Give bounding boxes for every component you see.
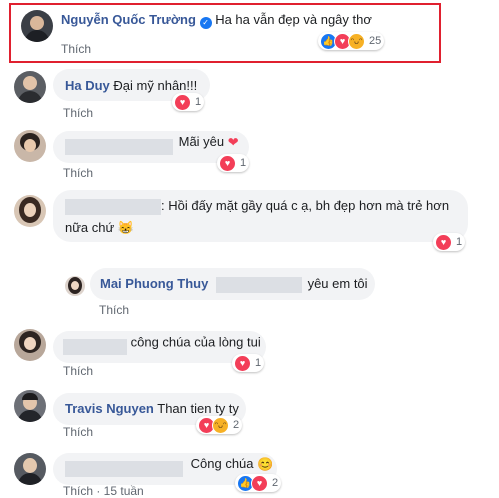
commenter-name[interactable]: Ha Duy: [65, 78, 110, 93]
commenter-name[interactable]: Mai Phuong Thuy: [100, 276, 208, 291]
redacted-name: [65, 139, 173, 155]
like-link[interactable]: Thích: [99, 303, 129, 317]
avatar[interactable]: [14, 390, 46, 422]
comment-text: công chúa của lòng tui: [130, 334, 261, 350]
like-link[interactable]: Thích: [61, 42, 91, 56]
like-link[interactable]: Thích: [63, 425, 93, 439]
cat-emoji: 😸: [117, 219, 135, 235]
heart-icon: ♥: [435, 233, 452, 251]
commenter-name[interactable]: Nguyễn Quốc Trường: [61, 12, 196, 27]
reaction-count: 1: [255, 357, 262, 369]
comment-text: yêu em tôi: [307, 276, 368, 291]
redacted-name: [63, 339, 127, 355]
comment-text: Đại mỹ nhân!!!: [113, 78, 198, 93]
avatar[interactable]: [14, 329, 46, 361]
comment-0-line: Nguyễn Quốc Trường ✓ Ha ha vẫn đẹp và ng…: [61, 12, 372, 29]
reply-bubble: Mai Phuong Thuy yêu em tôi: [90, 268, 375, 300]
verified-badge-icon: ✓: [199, 17, 212, 29]
redacted-name: [65, 461, 183, 477]
reaction-count: 1: [240, 157, 247, 169]
comment-text: Mãi yêu: [178, 134, 225, 150]
reaction-count: 1: [195, 96, 202, 108]
avatar[interactable]: [14, 453, 46, 485]
avatar[interactable]: [14, 195, 46, 227]
like-link[interactable]: Thích: [63, 106, 93, 120]
haha-icon: ᵔᴗᵔ: [348, 32, 365, 50]
reaction-count: 25: [369, 35, 382, 47]
haha-icon: ᵔᴗᵔ: [212, 416, 229, 434]
like-link[interactable]: Thích: [63, 364, 93, 378]
reaction-summary[interactable]: ♥ 1: [217, 154, 250, 172]
reaction-summary[interactable]: ♥ 1: [172, 93, 205, 111]
commenter-name[interactable]: Travis Nguyen: [65, 401, 154, 416]
like-link[interactable]: Thích: [63, 166, 93, 180]
reaction-count: 1: [456, 236, 463, 248]
redacted-name: [65, 198, 161, 215]
reaction-count: 2: [272, 477, 279, 489]
reaction-count: 2: [233, 419, 240, 431]
avatar[interactable]: [14, 71, 46, 103]
smile-emoji: 😊: [257, 456, 274, 472]
reaction-summary[interactable]: 👍 ♥ ᵔᴗᵔ 25: [318, 32, 385, 50]
heart-icon: ♥: [174, 93, 191, 111]
comment-text-cont: nữa chứ: [65, 219, 115, 235]
like-link-partial[interactable]: Thích · 15 tuần: [63, 484, 144, 498]
reaction-summary[interactable]: 👍 ♥ 2: [235, 474, 282, 492]
heart-icon: ♥: [219, 154, 236, 172]
comment-text: Công chúa: [190, 456, 254, 472]
heart-emoji: ❤: [227, 134, 239, 150]
reaction-summary[interactable]: ♥ 1: [433, 233, 466, 251]
reaction-summary[interactable]: ♥ 1: [232, 354, 265, 372]
comment-text: Than tien ty ty: [157, 401, 239, 416]
comment-text: Ha ha vẫn đẹp và ngây thơ: [215, 12, 372, 27]
reaction-summary[interactable]: ♥ ᵔᴗᵔ 2: [196, 416, 243, 434]
avatar[interactable]: [65, 276, 85, 296]
avatar[interactable]: [21, 10, 53, 42]
redacted-name: [215, 276, 302, 293]
heart-icon: ♥: [234, 354, 251, 372]
comment-bubble: : Hồi đấy mặt gầy quá c ạ, bh đẹp hơn mà…: [53, 190, 468, 242]
avatar[interactable]: [14, 130, 46, 162]
comment-text: : Hồi đấy mặt gầy quá c ạ, bh đẹp hơn mà…: [161, 198, 450, 213]
